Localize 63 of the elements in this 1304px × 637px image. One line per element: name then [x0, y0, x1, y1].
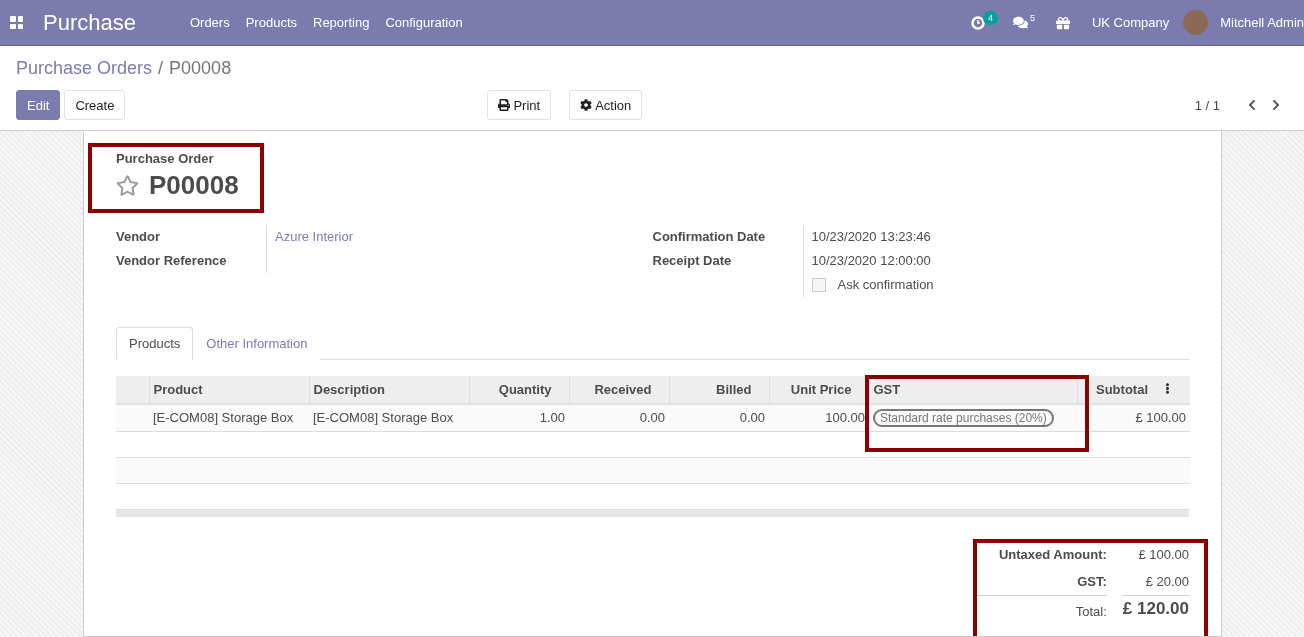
app-title: Purchase — [43, 9, 136, 36]
create-button[interactable]: Create — [64, 90, 126, 120]
table-cell: [E-COM08] Storage Box — [309, 404, 469, 431]
activity-button[interactable]: 4 — [956, 0, 999, 46]
column-header[interactable]: Received — [569, 376, 669, 404]
table-cell: 1.00 — [469, 404, 569, 431]
column-header[interactable]: Billed — [669, 376, 769, 404]
breadcrumb-current: P00008 — [169, 58, 232, 79]
gear-icon — [580, 99, 593, 111]
print-icon — [498, 99, 511, 111]
action-button[interactable]: Action — [569, 90, 643, 120]
field-label: Vendor — [116, 228, 162, 246]
field-value[interactable]: Azure Interior — [266, 225, 653, 249]
user-avatar — [1183, 10, 1209, 35]
breadcrumb-separator: / — [158, 58, 164, 79]
apps-menu-icon[interactable] — [10, 16, 23, 29]
total-label: Total: — [977, 594, 1107, 625]
table-cell: [E-COM08] Storage Box — [149, 404, 309, 431]
column-header[interactable]: Description — [309, 376, 469, 404]
table-cell: 0.00 — [569, 404, 669, 431]
field-label: Receipt Date — [652, 252, 733, 270]
column-header[interactable]: Subtotal — [1077, 376, 1190, 404]
company-switcher[interactable]: UK Company — [1083, 15, 1184, 30]
column-header[interactable]: Unit Price — [769, 376, 869, 404]
menu-item[interactable]: Configuration — [377, 15, 471, 30]
menu-item[interactable]: Products — [237, 15, 305, 30]
total-label: GST: — [1076, 572, 1107, 591]
checkbox[interactable] — [811, 278, 826, 292]
total-value: £ 20.00 — [1144, 572, 1189, 591]
menu-item[interactable]: Orders — [181, 15, 238, 30]
user-menu[interactable]: Mitchell Admin — [1208, 15, 1304, 30]
message-count: 5 — [1029, 12, 1035, 23]
menu-item[interactable]: Reporting — [305, 15, 378, 30]
field-label: Confirmation Date — [652, 228, 767, 246]
column-header[interactable]: Quantity — [469, 376, 569, 404]
table-cell: 0.00 — [669, 404, 769, 431]
chevron-right-icon[interactable] — [1270, 99, 1282, 111]
edit-button[interactable]: Edit — [16, 90, 61, 120]
order-number: P00008 — [149, 170, 239, 201]
field-label: Vendor Reference — [116, 252, 228, 270]
chat-icon — [1012, 15, 1028, 30]
pager-counter: 1 / 1 — [1194, 97, 1220, 113]
tab[interactable]: Products — [116, 327, 194, 360]
date-text: 10/23/2020 13:23:46 — [811, 229, 931, 244]
form-caption: Purchase Order — [116, 151, 215, 166]
total-value: £ 120.00 — [1122, 594, 1189, 625]
clock-icon — [970, 15, 985, 30]
table-cell: £ 100.00 — [1077, 404, 1190, 431]
total-label: Untaxed Amount: — [997, 545, 1107, 564]
print-button[interactable]: Print — [487, 90, 552, 120]
gift-icon — [1055, 15, 1070, 30]
table-cell: 100.00 — [769, 404, 869, 431]
star-icon[interactable] — [116, 174, 139, 197]
tax-tag: Standard rate purchases (20%) — [873, 409, 1054, 428]
messages-button[interactable]: 5 — [998, 0, 1042, 46]
breadcrumb-link[interactable]: Purchase Orders — [16, 58, 153, 79]
vendor-link[interactable]: Azure Interior — [275, 229, 354, 244]
total-value: £ 100.00 — [1137, 545, 1189, 564]
checkbox-label: Ask confirmation — [837, 276, 934, 294]
column-header[interactable]: Product — [149, 376, 309, 404]
chevron-left-icon[interactable] — [1246, 99, 1258, 111]
activity-count: 4 — [982, 10, 998, 25]
date-text: 10/23/2020 12:00:00 — [811, 253, 931, 268]
